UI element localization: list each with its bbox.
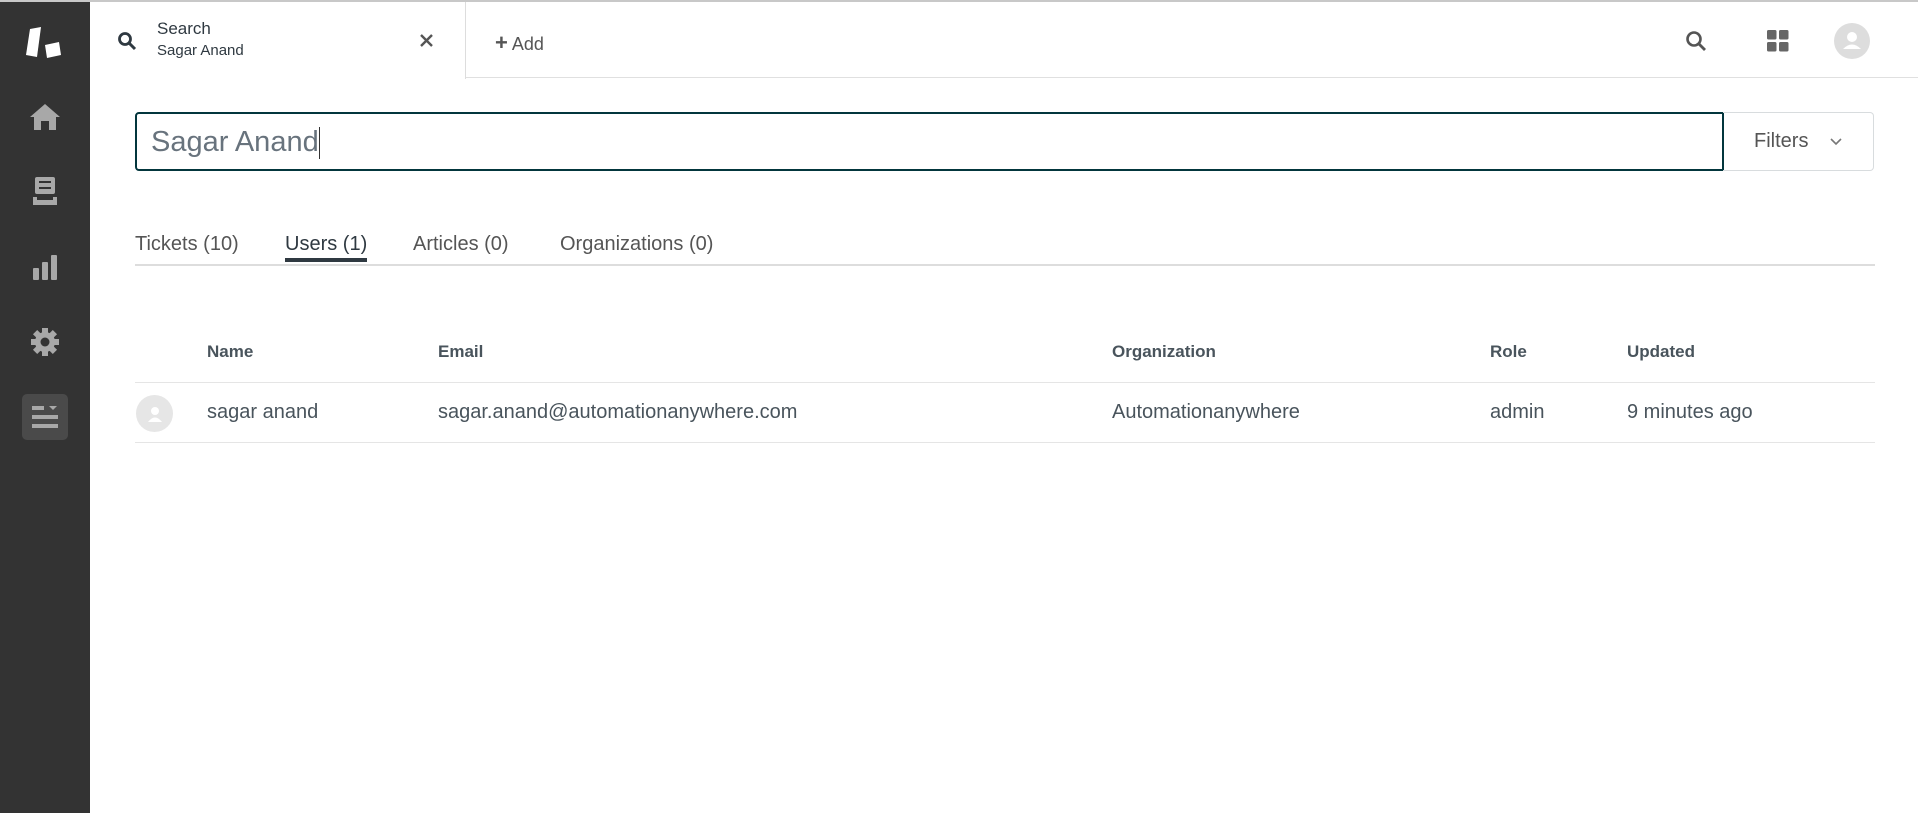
top-bar: Search Sagar Anand + Add — [90, 2, 1918, 79]
divider — [135, 442, 1875, 443]
sidebar — [0, 2, 90, 813]
search-tab-icon — [118, 32, 137, 51]
add-tab-button[interactable]: + Add — [495, 30, 544, 56]
home-icon[interactable] — [22, 94, 68, 140]
result-tabs: Tickets (10) Users (1) Articles (0) Orga… — [135, 230, 1875, 266]
column-header-email[interactable]: Email — [438, 342, 483, 362]
chevron-down-icon — [1830, 137, 1843, 145]
user-email: sagar.anand@automationanywhere.com — [438, 401, 798, 423]
filters-button[interactable]: Filters — [1723, 112, 1874, 171]
user-role: admin — [1490, 401, 1545, 423]
tab-title: Search — [157, 19, 211, 38]
user-name-link[interactable]: sagar anand — [207, 401, 318, 424]
column-header-updated[interactable]: Updated — [1627, 342, 1695, 362]
user-updated: 9 minutes ago — [1627, 401, 1753, 423]
logo-icon[interactable] — [22, 20, 68, 66]
tab-articles[interactable]: Articles (0) — [413, 233, 509, 256]
user-organization: Automationanywhere — [1112, 401, 1300, 423]
filters-label: Filters — [1754, 130, 1809, 152]
views-icon[interactable] — [22, 168, 68, 214]
reporting-icon[interactable] — [22, 244, 68, 290]
user-avatar-icon — [136, 395, 173, 432]
plus-icon: + — [495, 30, 508, 55]
tab-organizations[interactable]: Organizations (0) — [560, 233, 713, 256]
divider — [135, 382, 1875, 383]
column-header-organization[interactable]: Organization — [1112, 342, 1216, 362]
apps-grid-icon[interactable] — [1767, 30, 1789, 52]
column-header-name[interactable]: Name — [207, 342, 253, 362]
search-icon[interactable] — [1685, 30, 1707, 52]
search-input-value: Sagar Anand — [151, 126, 319, 158]
settings-icon[interactable] — [22, 319, 68, 365]
tab-tickets[interactable]: Tickets (10) — [135, 233, 239, 256]
user-avatar-icon[interactable] — [1834, 23, 1870, 59]
close-icon[interactable] — [420, 34, 433, 47]
search-tab[interactable]: Search Sagar Anand — [90, 2, 466, 79]
column-header-role[interactable]: Role — [1490, 342, 1527, 362]
search-input[interactable]: Sagar Anand — [135, 112, 1724, 171]
tab-users[interactable]: Users (1) — [285, 233, 368, 262]
add-label: Add — [511, 34, 544, 54]
tab-subtitle: Sagar Anand — [157, 42, 244, 59]
admin-menu-icon[interactable] — [22, 394, 68, 440]
